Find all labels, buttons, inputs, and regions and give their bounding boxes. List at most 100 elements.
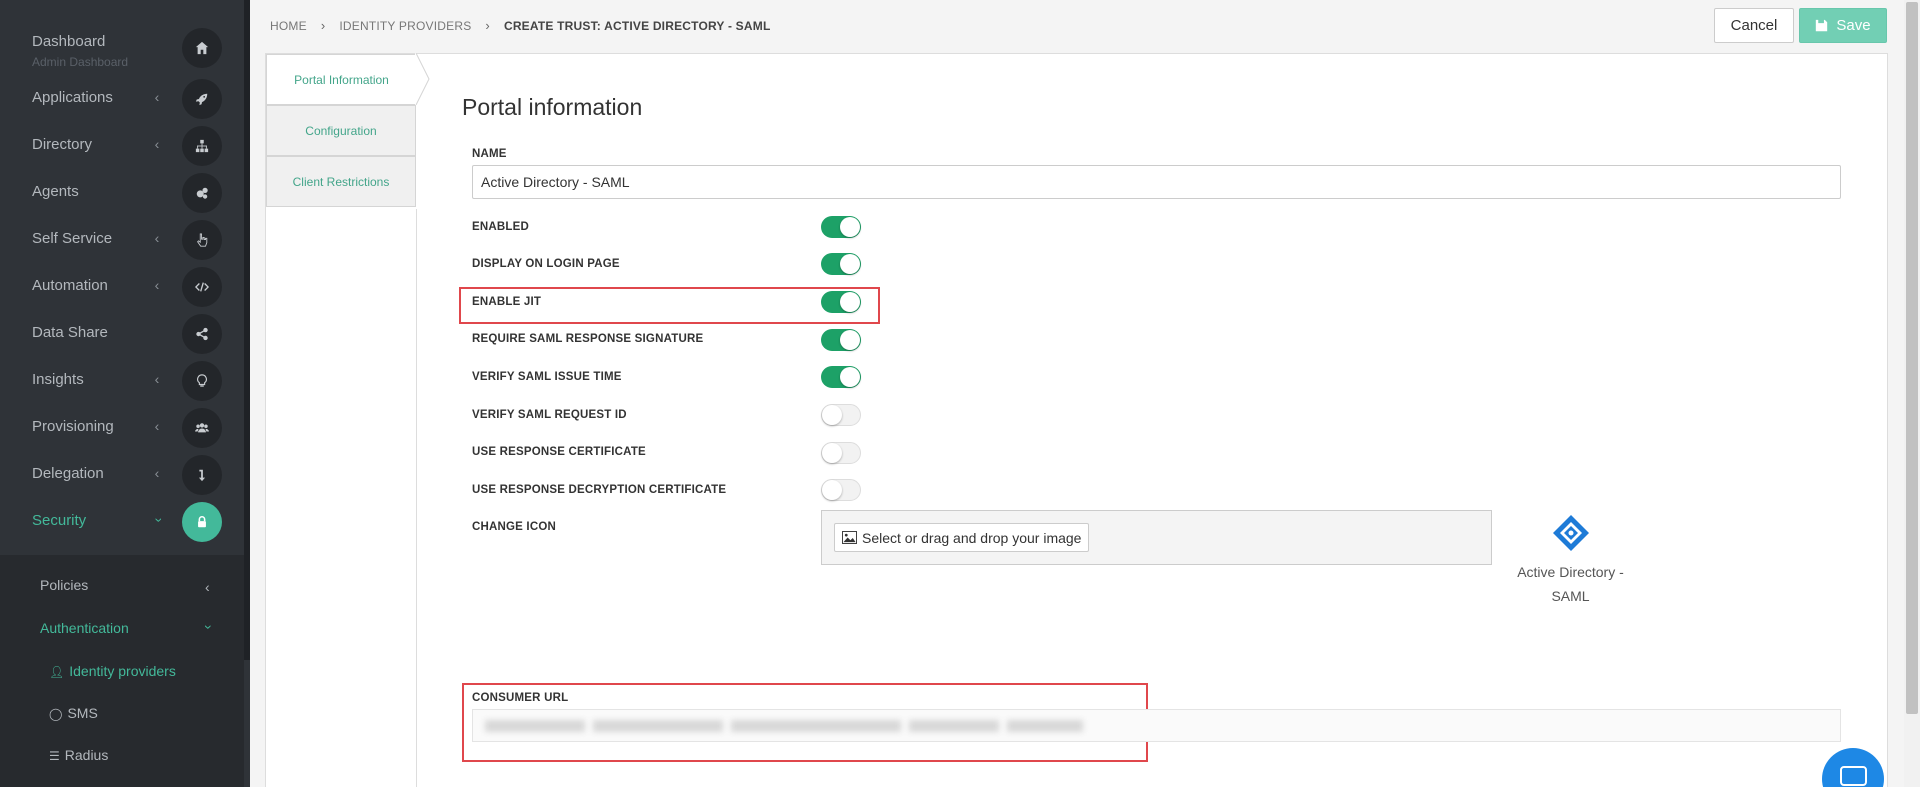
enable-jit-toggle[interactable] — [821, 291, 861, 313]
sidebar-item-provisioning[interactable]: Provisioning ‹ — [0, 404, 244, 451]
sidebar-item-security[interactable]: Security ‹ — [0, 498, 244, 545]
tab-client-restrictions[interactable]: Client Restrictions — [266, 156, 416, 207]
verify-saml-request-id-toggle[interactable] — [821, 404, 861, 426]
consumer-url-label: CONSUMER URL — [472, 692, 569, 704]
use-response-certificate-toggle[interactable] — [821, 442, 861, 464]
users-icon — [182, 408, 222, 448]
tab-configuration[interactable]: Configuration — [266, 105, 416, 156]
tab-arrow — [415, 53, 430, 105]
sidebar-item-sublabel: Admin Dashboard — [32, 55, 129, 69]
toggle-knob — [840, 367, 860, 387]
tab-portal-information[interactable]: Portal Information — [266, 54, 416, 105]
user-plus-icon: 👤︎ — [49, 665, 65, 679]
cogs-icon — [182, 173, 222, 213]
sidebar-item-applications[interactable]: Applications ‹ — [0, 75, 244, 122]
image-icon — [842, 531, 857, 544]
verify-saml-issue-time-toggle[interactable] — [821, 366, 861, 388]
page-scrollbar[interactable] — [1904, 0, 1920, 787]
require-saml-response-signature-toggle[interactable] — [821, 329, 861, 351]
chevron-left-icon: ‹ — [154, 418, 160, 434]
chevron-down-icon: ‹ — [149, 517, 165, 523]
active-directory-logo-icon — [1553, 515, 1589, 551]
comment-icon: ◯ — [49, 707, 63, 721]
chevron-left-icon: ‹ — [154, 230, 160, 246]
sidebar: Dashboard Admin Dashboard Applications ‹… — [0, 0, 250, 787]
sidebar-item-label: Applications — [32, 89, 113, 106]
sidebar-item-label: Self Service — [32, 230, 113, 247]
lightbulb-icon — [182, 361, 222, 401]
toggle-knob — [840, 330, 860, 350]
code-icon — [182, 267, 222, 307]
display-on-login-page-label: DISPLAY ON LOGIN PAGE — [472, 258, 620, 270]
name-label: NAME — [472, 148, 507, 160]
lock-icon — [182, 502, 222, 542]
toggle-knob — [840, 292, 860, 312]
sidebar-item-label: Agents — [32, 183, 79, 200]
chevron-left-icon: ‹ — [154, 465, 160, 481]
subnav-item-sms[interactable]: ◯ SMS — [49, 705, 98, 721]
sidebar-item-label: Directory — [32, 136, 93, 153]
sidebar-item-automation[interactable]: Automation ‹ — [0, 263, 244, 310]
select-image-button[interactable]: Select or drag and drop your image — [834, 523, 1090, 552]
sidebar-item-label: Insights — [32, 371, 84, 388]
chevron-left-icon: ‹ — [154, 277, 160, 293]
subnav-item-policies[interactable]: Policies — [40, 577, 88, 593]
level-down-icon — [182, 455, 222, 495]
sidebar-item-delegation[interactable]: Delegation ‹ — [0, 451, 244, 498]
server-icon: ☰ — [49, 749, 60, 763]
select-image-label: Select or drag and drop your image — [862, 529, 1082, 546]
subnav-item-label: Radius — [64, 747, 109, 763]
sidebar-item-agents[interactable]: Agents — [0, 169, 244, 216]
consumer-url-field[interactable] — [472, 709, 1841, 742]
subnav-item-authentication[interactable]: Authentication — [40, 620, 129, 636]
toggle-knob — [840, 217, 860, 237]
hand-pointer-icon — [182, 220, 222, 260]
preview-name-line1: Active Directory - — [1517, 564, 1624, 580]
toggle-knob — [822, 480, 842, 500]
breadcrumb-current: CREATE TRUST: ACTIVE DIRECTORY - SAML — [503, 19, 771, 33]
sidebar-item-dashboard[interactable]: Dashboard Admin Dashboard — [0, 24, 244, 71]
subnav-item-label: SMS — [67, 705, 98, 721]
use-response-decryption-certificate-toggle[interactable] — [821, 479, 861, 501]
sidebar-item-label: Data Share — [32, 324, 108, 341]
chevron-left-icon: ‹ — [154, 371, 160, 387]
sidebar-scrollbar[interactable] — [244, 0, 250, 660]
chat-icon — [1840, 766, 1867, 786]
sidebar-item-data-share[interactable]: Data Share — [0, 310, 244, 357]
sidebar-item-self-service[interactable]: Self Service ‹ — [0, 216, 244, 263]
sidebar-item-directory[interactable]: Directory ‹ — [0, 122, 244, 169]
display-on-login-page-toggle[interactable] — [821, 253, 861, 275]
redacted-text — [593, 720, 723, 732]
scrollbar-thumb[interactable] — [1906, 2, 1918, 714]
breadcrumb: HOME › IDENTITY PROVIDERS › CREATE TRUST: AC… — [270, 18, 770, 33]
home-icon — [182, 28, 222, 68]
redacted-text — [731, 720, 901, 732]
page-title: Portal information — [462, 94, 643, 120]
enable-jit-label: ENABLE JIT — [472, 296, 542, 308]
breadcrumb-home[interactable]: HOME — [270, 19, 307, 33]
preview-name-line2: SAML — [1551, 588, 1590, 604]
sidebar-item-label: Automation — [32, 277, 108, 294]
rocket-icon — [182, 79, 222, 119]
redacted-text — [909, 720, 999, 732]
toggle-knob — [822, 443, 842, 463]
floppy-disk-icon — [1816, 19, 1828, 32]
name-input[interactable] — [472, 165, 1841, 199]
chevron-left-icon: ‹ — [154, 89, 160, 105]
change-icon-label: CHANGE ICON — [472, 521, 556, 533]
enabled-toggle[interactable] — [821, 216, 861, 238]
sidebar-item-insights[interactable]: Insights ‹ — [0, 357, 244, 404]
cancel-button[interactable]: Cancel — [1714, 8, 1794, 43]
icon-dropzone[interactable]: Select or drag and drop your image — [821, 510, 1492, 565]
tab-divider — [416, 209, 417, 787]
subnav-item-label: Identity providers — [69, 663, 176, 679]
security-subnav: Policies ‹ Authentication ‹ 👤︎ Identity p… — [0, 555, 244, 787]
breadcrumb-identity-providers[interactable]: IDENTITY PROVIDERS — [339, 19, 471, 33]
save-button[interactable]: Save — [1799, 8, 1887, 43]
subnav-item-radius[interactable]: ☰ Radius — [49, 747, 108, 763]
subnav-item-identity-providers[interactable]: 👤︎ Identity providers — [49, 663, 176, 679]
toggle-knob — [840, 254, 860, 274]
save-button-label: Save — [1836, 17, 1871, 34]
require-saml-response-signature-label: REQUIRE SAML RESPONSE SIGNATURE — [472, 333, 704, 345]
share-icon — [182, 314, 222, 354]
